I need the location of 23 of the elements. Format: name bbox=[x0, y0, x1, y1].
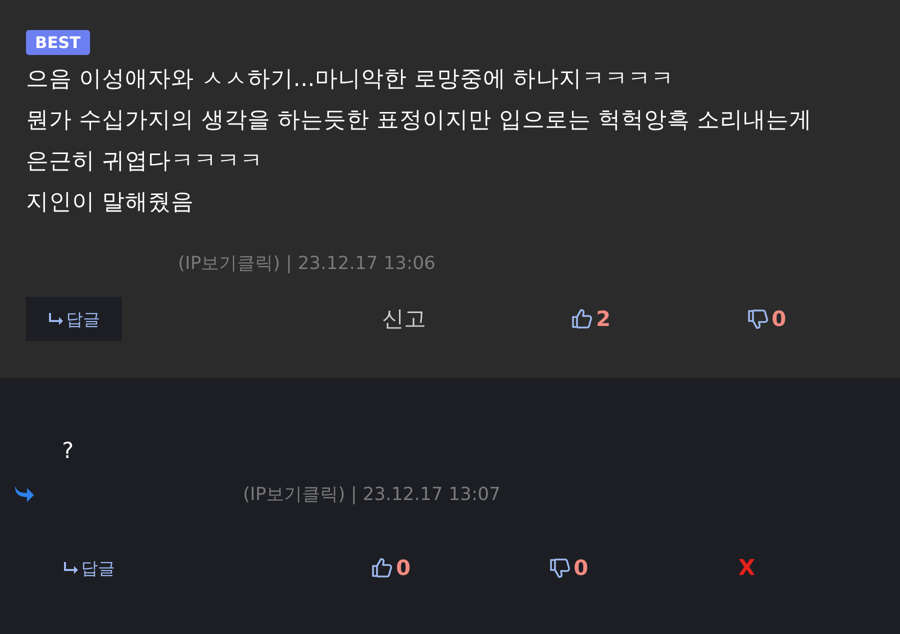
reply-button[interactable]: 답글 bbox=[26, 297, 122, 341]
thumbs-down-icon bbox=[548, 557, 571, 579]
reply-arrow-icon bbox=[48, 313, 64, 325]
comment-text: 은근히 귀엽다ㅋㅋㅋㅋ bbox=[26, 147, 264, 176]
like-button[interactable]: 0 bbox=[371, 556, 411, 580]
comment-text: ? bbox=[62, 438, 74, 466]
reply-arrow-icon bbox=[63, 562, 79, 574]
comment-text: 지인이 말해줬음 bbox=[26, 188, 194, 217]
delete-button[interactable]: X bbox=[738, 556, 756, 580]
comment-meta: (IP보기클릭) | 23.12.17 13:07 bbox=[243, 483, 500, 506]
thumbs-down-icon bbox=[746, 308, 769, 330]
best-badge: BEST bbox=[26, 30, 90, 55]
comment-text: 으음 이성애자와 ㅅㅅ하기...마니악한 로망중에 하나지ㅋㅋㅋㅋ bbox=[26, 65, 674, 94]
dislike-button[interactable]: 0 bbox=[746, 307, 786, 331]
thumbs-up-icon bbox=[571, 308, 593, 330]
comment-meta: (IP보기클릭) | 23.12.17 13:06 bbox=[178, 252, 436, 275]
reply-button[interactable]: 답글 bbox=[54, 546, 124, 590]
comment-text: 뭔가 수십가지의 생각을 하는듯한 표정이지만 입으로는 헉헉앙흑 소리내는게 bbox=[26, 106, 812, 135]
report-button[interactable]: 신고 bbox=[382, 304, 426, 334]
dislike-button[interactable]: 0 bbox=[548, 556, 588, 580]
thumbs-up-icon bbox=[371, 557, 393, 579]
reply-arrow-icon bbox=[12, 484, 36, 504]
like-button[interactable]: 2 bbox=[571, 307, 611, 331]
